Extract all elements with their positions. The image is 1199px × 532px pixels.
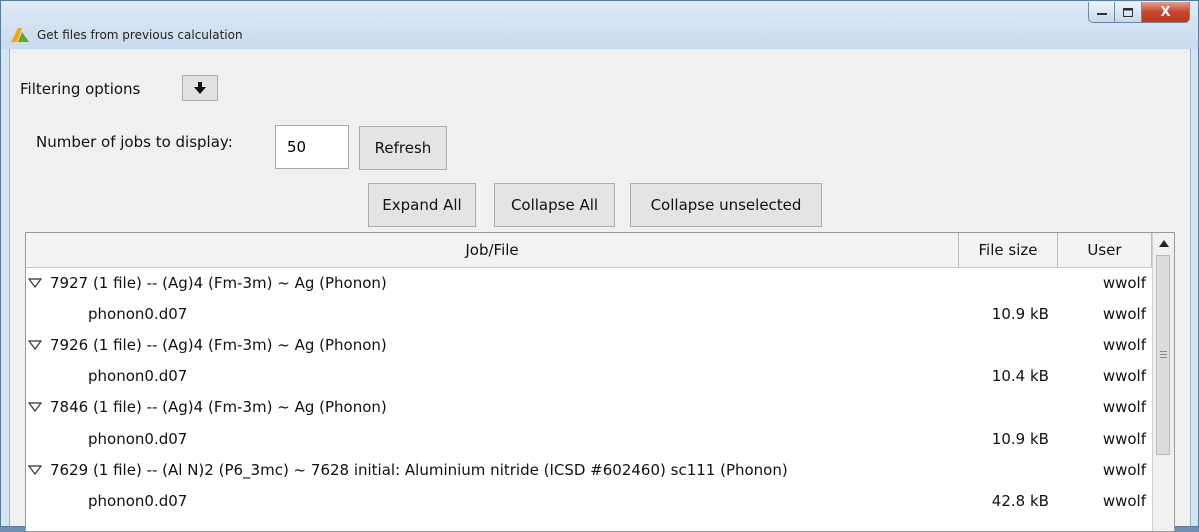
job-title: 7629 (1 file) -- (Al N)2 (P6_3mc) ~ 7628… (50, 460, 788, 479)
maximize-button[interactable] (1115, 2, 1142, 23)
table-row-file[interactable]: phonon0.d07 42.8 kB wwolf (26, 485, 1152, 516)
user-cell: wwolf (1102, 491, 1146, 510)
job-title: 7926 (1 file) -- (Ag)4 (Fm-3m) ~ Ag (Pho… (50, 335, 387, 354)
grip-line (1160, 354, 1167, 355)
vertical-scrollbar[interactable] (1152, 233, 1174, 531)
collapse-unselected-button[interactable]: Collapse unselected (630, 183, 822, 227)
expand-all-button[interactable]: Expand All (368, 183, 476, 227)
file-size-cell: 10.9 kB (991, 429, 1049, 448)
expand-triangle-icon[interactable] (28, 340, 44, 350)
file-name-cell: phonon0.d07 (88, 429, 188, 448)
table-row-job[interactable]: 7846 (1 file) -- (Ag)4 (Fm-3m) ~ Ag (Pho… (26, 392, 1152, 423)
close-button[interactable]: X (1142, 2, 1190, 23)
expand-triangle-icon[interactable] (28, 402, 44, 413)
table-row-job[interactable]: 7926 (1 file) -- (Ag)4 (Fm-3m) ~ Ag (Pho… (26, 329, 1152, 360)
minimize-button[interactable] (1088, 2, 1115, 23)
job-cell: 7846 (1 file) -- (Ag)4 (Fm-3m) ~ Ag (Pho… (26, 398, 959, 416)
job-cell: 7926 (1 file) -- (Ag)4 (Fm-3m) ~ Ag (Pho… (26, 336, 959, 354)
expand-triangle-icon[interactable] (28, 277, 44, 288)
maximize-icon (1123, 7, 1133, 17)
user-cell: wwolf (1102, 429, 1146, 448)
file-name-cell: phonon0.d07 (88, 367, 188, 386)
chevron-up-icon (1158, 239, 1169, 247)
table-row-file[interactable]: phonon0.d07 10.9 kB wwolf (26, 298, 1152, 329)
app-logo-icon (11, 28, 29, 42)
window-title: Get files from previous calculation (37, 28, 243, 42)
table-row-job[interactable]: 7927 (1 file) -- (Ag)4 (Fm-3m) ~ Ag (Pho… (26, 267, 1152, 298)
dialog-window: Get files from previous calculation X Fi… (0, 0, 1199, 532)
table-row-file[interactable]: phonon0.d07 10.4 kB wwolf (26, 361, 1152, 392)
file-name-cell: phonon0.d07 (88, 304, 188, 323)
grip-line (1160, 351, 1167, 352)
dialog-content: Filtering options Number of jobs to disp… (9, 49, 1191, 532)
filtering-options-toggle[interactable] (182, 75, 218, 101)
user-cell: wwolf (1102, 304, 1146, 323)
table-row-file[interactable]: phonon0.d07 10.9 kB wwolf (26, 423, 1152, 454)
file-name-cell: phonon0.d07 (88, 491, 188, 510)
table-row-job[interactable]: 7629 (1 file) -- (Al N)2 (P6_3mc) ~ 7628… (26, 454, 1152, 485)
user-cell: wwolf (1102, 460, 1146, 479)
refresh-button[interactable]: Refresh (359, 126, 447, 170)
user-cell: wwolf (1102, 398, 1146, 417)
user-cell: wwolf (1102, 273, 1146, 292)
job-title: 7927 (1 file) -- (Ag)4 (Fm-3m) ~ Ag (Pho… (50, 273, 387, 292)
job-file-table: Job/File File size User 7927 (1 file) --… (25, 232, 1175, 532)
expand-triangle-icon[interactable] (28, 465, 44, 475)
scroll-thumb[interactable] (1156, 255, 1170, 455)
minimize-icon (1096, 13, 1107, 15)
file-size-cell: 10.9 kB (991, 304, 1049, 323)
user-cell: wwolf (1102, 367, 1146, 386)
column-header-user[interactable]: User (1058, 233, 1152, 267)
job-cell: 7927 (1 file) -- (Ag)4 (Fm-3m) ~ Ag (Pho… (26, 274, 959, 292)
table-body: 7927 (1 file) -- (Ag)4 (Fm-3m) ~ Ag (Pho… (26, 267, 1152, 517)
file-size-cell: 42.8 kB (991, 491, 1049, 510)
arrow-down-icon (194, 82, 206, 94)
grip-line (1160, 357, 1167, 358)
close-icon: X (1160, 4, 1171, 20)
jobs-count-input[interactable] (275, 125, 349, 169)
column-header-file-size[interactable]: File size (959, 233, 1058, 267)
job-title: 7846 (1 file) -- (Ag)4 (Fm-3m) ~ Ag (Pho… (50, 398, 387, 417)
user-cell: wwolf (1102, 335, 1146, 354)
filtering-options-label: Filtering options (20, 80, 141, 98)
jobs-count-label: Number of jobs to display: (36, 133, 233, 151)
collapse-all-button[interactable]: Collapse All (494, 183, 615, 227)
table-header: Job/File File size User (26, 233, 1174, 268)
column-header-job-file[interactable]: Job/File (26, 233, 959, 267)
title-bar[interactable]: Get files from previous calculation X (1, 1, 1198, 49)
job-cell: 7629 (1 file) -- (Al N)2 (P6_3mc) ~ 7628… (26, 461, 959, 479)
scroll-up-button[interactable] (1153, 233, 1174, 253)
file-size-cell: 10.4 kB (991, 367, 1049, 386)
window-controls: X (1088, 1, 1190, 27)
